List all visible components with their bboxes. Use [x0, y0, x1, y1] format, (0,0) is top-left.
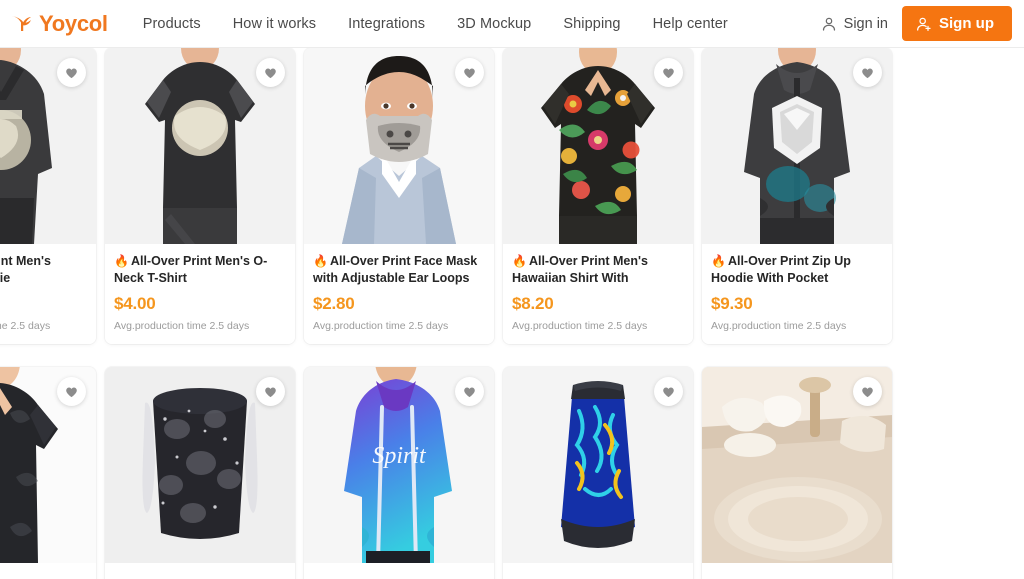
svg-text:Spirit: Spirit: [372, 443, 427, 469]
product-card[interactable]: 🔥 All-Over Print Men's O-Neck T-Shirt $4.…: [105, 48, 295, 344]
product-info: [105, 563, 295, 579]
heart-icon: [663, 68, 674, 79]
product-card[interactable]: Spirit: [304, 367, 494, 579]
user-icon: [821, 16, 837, 32]
product-price: $9.30: [711, 294, 753, 313]
product-price: $4.00: [114, 294, 156, 313]
product-grid: 🔥All-Over Print Men's Pullover Hoodie $7…: [0, 48, 930, 579]
product-card[interactable]: 🔥 All-Over Print Face Mask with Adjustabl…: [304, 48, 494, 344]
product-title: 🔥 All-Over Print Men's Hawaiian Shirt Wit…: [512, 254, 648, 285]
favorite-button[interactable]: [654, 58, 683, 87]
favorite-button[interactable]: [455, 377, 484, 406]
brand-logo[interactable]: Yoycol: [10, 12, 108, 36]
favorite-button[interactable]: [256, 58, 285, 87]
sign-up-label: Sign up: [939, 15, 994, 32]
heart-icon: [265, 68, 276, 79]
sign-in-label: Sign in: [843, 15, 888, 32]
favorite-button[interactable]: [256, 377, 285, 406]
product-info: [702, 563, 892, 579]
product-card[interactable]: 🔥 All-Over Print Men's Hawaiian Shirt Wit…: [503, 48, 693, 344]
heart-icon: [862, 68, 873, 79]
heart-icon: [663, 387, 674, 398]
product-card[interactable]: [105, 367, 295, 579]
product-price: $8.20: [512, 294, 554, 313]
sign-up-button[interactable]: Sign up: [902, 6, 1012, 41]
production-time: Avg.production time 2.5 days: [711, 320, 847, 332]
account-actions: Sign in Sign up: [821, 6, 1024, 41]
product-info: 🔥 All-Over Print Men's Hawaiian Shirt Wit…: [503, 244, 693, 344]
product-info: 🔥 All-Over Print Zip Up Hoodie With Pocke…: [702, 244, 892, 344]
nav-item-integrations[interactable]: Integrations: [348, 16, 425, 32]
nav-item-products[interactable]: Products: [143, 16, 201, 32]
product-title: 🔥 All-Over Print Face Mask with Adjustabl…: [313, 254, 478, 285]
product-price: $2.80: [313, 294, 355, 313]
product-card[interactable]: 🔥 All-Over Print Zip Up Hoodie With Pocke…: [702, 48, 892, 344]
nav-item-shipping[interactable]: Shipping: [563, 16, 620, 32]
brand-name: Yoycol: [39, 10, 108, 36]
product-title: 🔥 All-Over Print Men's O-Neck T-Shirt: [114, 254, 268, 285]
product-image[interactable]: [503, 367, 693, 563]
favorite-button[interactable]: [853, 58, 882, 87]
product-info: 🔥 All-Over Print Men's O-Neck T-Shirt $4.…: [105, 244, 295, 344]
sign-in-button[interactable]: Sign in: [821, 16, 888, 32]
product-image[interactable]: [702, 48, 892, 244]
product-card[interactable]: [702, 367, 892, 579]
product-title: 🔥All-Over Print Men's Pullover Hoodie: [0, 254, 51, 285]
production-time: Avg.production time 2.5 days: [0, 320, 51, 332]
product-info: 🔥All-Over Print Men's Pullover Hoodie $7…: [0, 244, 96, 344]
favorite-button[interactable]: [57, 377, 86, 406]
fire-icon: 🔥: [711, 254, 726, 268]
nav-item-how-it-works[interactable]: How it works: [233, 16, 316, 32]
user-plus-icon: [916, 16, 932, 32]
product-card[interactable]: [0, 367, 96, 579]
product-title: 🔥 All-Over Print Zip Up Hoodie With Pocke…: [711, 254, 851, 285]
heart-icon: [464, 387, 475, 398]
product-info: [503, 563, 693, 579]
site-header: Yoycol Products How it works Integration…: [0, 0, 1024, 48]
product-image[interactable]: [105, 48, 295, 244]
nav-item-help-center[interactable]: Help center: [653, 16, 728, 32]
product-info: [304, 563, 494, 579]
production-time: Avg.production time 2.5 days: [313, 320, 449, 332]
product-info: [0, 563, 96, 579]
production-time: Avg.production time 2.5 days: [512, 320, 648, 332]
product-image[interactable]: [702, 367, 892, 563]
favorite-button[interactable]: [654, 377, 683, 406]
heart-icon: [66, 68, 77, 79]
heart-icon: [862, 387, 873, 398]
product-price: $7.40: [0, 294, 87, 314]
heart-icon: [265, 387, 276, 398]
product-image[interactable]: [304, 48, 494, 244]
production-time: Avg.production time 2.5 days: [114, 320, 250, 332]
favorite-button[interactable]: [455, 58, 484, 87]
fire-icon: 🔥: [313, 254, 328, 268]
product-image[interactable]: [105, 367, 295, 563]
favorite-button[interactable]: [853, 377, 882, 406]
fire-icon: 🔥: [512, 254, 527, 268]
product-image[interactable]: Spirit: [304, 367, 494, 563]
product-card[interactable]: [503, 367, 693, 579]
heart-icon: [464, 68, 475, 79]
product-card[interactable]: 🔥All-Over Print Men's Pullover Hoodie $7…: [0, 48, 96, 344]
product-image[interactable]: [0, 367, 96, 563]
favorite-button[interactable]: [57, 58, 86, 87]
product-image[interactable]: [503, 48, 693, 244]
product-image[interactable]: [0, 48, 96, 244]
heart-icon: [66, 387, 77, 398]
nav-item-3d-mockup[interactable]: 3D Mockup: [457, 16, 531, 32]
main-navigation: Products How it works Integrations 3D Mo…: [143, 16, 728, 32]
product-info: 🔥 All-Over Print Face Mask with Adjustabl…: [304, 244, 494, 344]
yoycol-bird-logo-icon: [10, 12, 34, 36]
fire-icon: 🔥: [114, 254, 129, 268]
